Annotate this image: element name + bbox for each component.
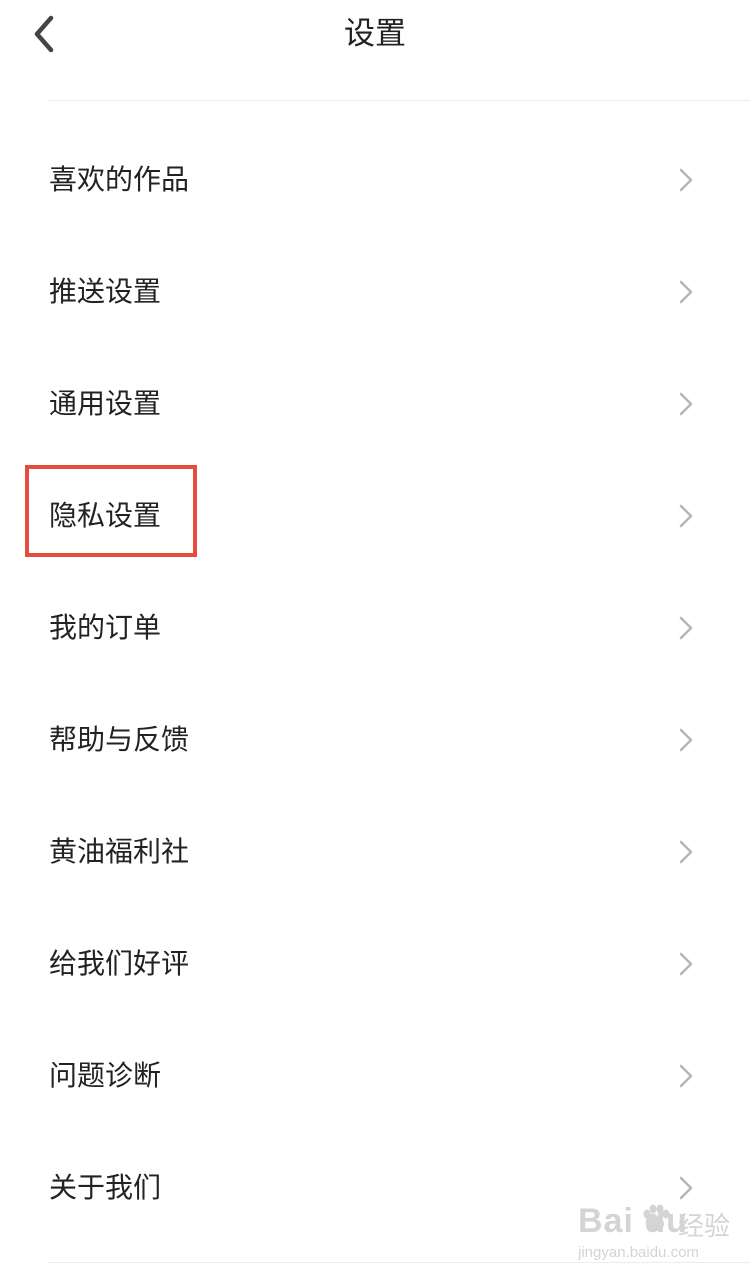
menu-item-label: 我的订单: [49, 611, 162, 644]
menu-item-label: 推送设置: [49, 275, 162, 308]
menu-item-label: 通用设置: [49, 387, 162, 420]
menu-item-rate-us[interactable]: 给我们好评: [0, 908, 750, 1020]
nav-header: 设置: [0, 0, 750, 100]
menu-item-privacy-settings[interactable]: 隐私设置: [0, 460, 750, 572]
menu-item-about-us[interactable]: 关于我们: [0, 1132, 750, 1244]
bottom-divider: [48, 1262, 750, 1263]
menu-item-label: 问题诊断: [49, 1059, 162, 1092]
chevron-right-icon: [679, 840, 693, 864]
menu-item-label: 关于我们: [49, 1171, 162, 1204]
chevron-right-icon: [679, 952, 693, 976]
header-divider: [48, 100, 750, 101]
menu-item-label: 黄油福利社: [49, 835, 190, 868]
menu-item-diagnostics[interactable]: 问题诊断: [0, 1020, 750, 1132]
menu-item-label: 给我们好评: [49, 947, 190, 980]
menu-item-help-feedback[interactable]: 帮助与反馈: [0, 684, 750, 796]
menu-item-general-settings[interactable]: 通用设置: [0, 348, 750, 460]
chevron-right-icon: [679, 1064, 693, 1088]
chevron-right-icon: [679, 280, 693, 304]
settings-menu: 喜欢的作品 推送设置 通用设置 隐私设置 我的订单 帮助与反馈 黄油福利社 给我…: [0, 124, 750, 1244]
chevron-right-icon: [679, 168, 693, 192]
menu-item-label: 隐私设置: [49, 499, 162, 532]
chevron-right-icon: [679, 616, 693, 640]
chevron-right-icon: [679, 728, 693, 752]
menu-item-my-orders[interactable]: 我的订单: [0, 572, 750, 684]
menu-item-liked-works[interactable]: 喜欢的作品: [0, 124, 750, 236]
menu-item-label: 帮助与反馈: [49, 723, 190, 756]
menu-item-welfare-club[interactable]: 黄油福利社: [0, 796, 750, 908]
watermark-url: jingyan.baidu.com: [578, 1244, 699, 1261]
menu-item-label: 喜欢的作品: [49, 163, 190, 196]
page-title: 设置: [344, 16, 406, 52]
menu-item-push-settings[interactable]: 推送设置: [0, 236, 750, 348]
chevron-right-icon: [679, 504, 693, 528]
chevron-right-icon: [679, 392, 693, 416]
chevron-right-icon: [679, 1176, 693, 1200]
